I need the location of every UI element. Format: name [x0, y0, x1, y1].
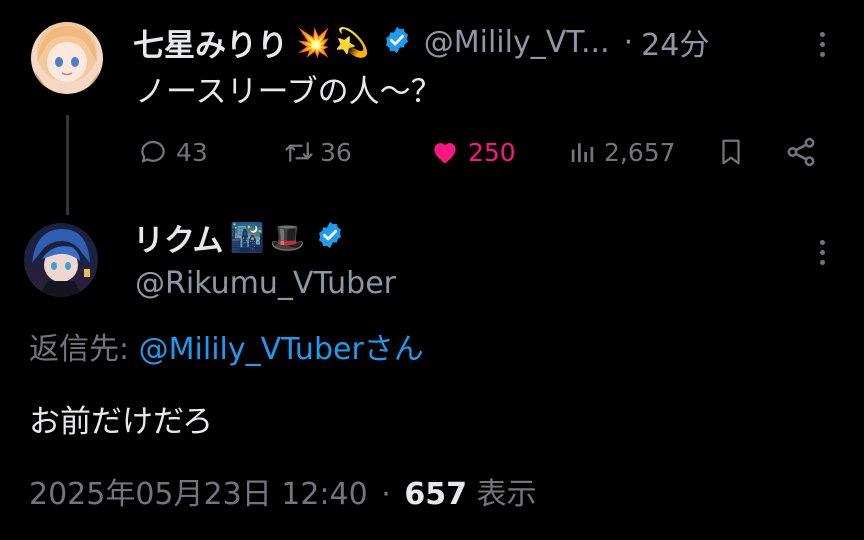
retweet-button[interactable]: 36	[282, 136, 352, 168]
view-count: 2,657	[604, 137, 676, 167]
reply-to-mention-link[interactable]: @Milily_VTuberさん	[139, 332, 424, 367]
separator-dot: ·	[623, 24, 634, 60]
timestamp-line: 2025年05月23日 12:40 · 657 表示	[29, 472, 537, 518]
separator-dot: ·	[381, 477, 391, 512]
avatar-milily[interactable]	[31, 22, 103, 94]
display-name[interactable]: 七星みりり	[133, 20, 288, 65]
dizzy-emoji-icon: 💫	[334, 25, 370, 59]
more-icon[interactable]	[818, 240, 826, 270]
reply-button[interactable]: 43	[136, 136, 208, 168]
verified-badge-icon	[382, 25, 412, 59]
reply-tweet-text: お前だけだろ	[29, 404, 214, 440]
reply-header: リクム 🌃 🎩	[133, 214, 345, 260]
view-count: 657	[404, 477, 467, 512]
view-label: 表示	[476, 477, 537, 512]
parent-tweet-text: ノースリーブの人～？	[135, 74, 442, 110]
views-button[interactable]: 2,657	[568, 136, 676, 168]
reply-count: 43	[176, 137, 208, 167]
explosion-emoji-icon: 💥	[296, 25, 331, 59]
parent-header: 七星みりり 💥 💫 @Milily_VT... · 24分	[133, 20, 709, 64]
like-button[interactable]: 250	[428, 136, 516, 168]
time-ago[interactable]: 24分	[641, 20, 709, 64]
reply-to-line: 返信先: @Milily_VTuberさん	[29, 328, 424, 372]
display-name[interactable]: リクム	[133, 215, 224, 260]
like-count: 250	[468, 137, 516, 167]
night-city-emoji-icon: 🌃	[229, 220, 265, 254]
reply-handle[interactable]: @Rikumu_VTuber	[135, 264, 396, 304]
reply-to-label: 返信先:	[29, 332, 130, 367]
avatar-rikumu[interactable]	[24, 223, 98, 297]
retweet-count: 36	[320, 137, 352, 167]
retweet-icon	[285, 142, 313, 162]
timestamp[interactable]: 2025年05月23日 12:40	[29, 477, 368, 512]
bookmark-icon[interactable]	[716, 135, 746, 173]
thread-line	[66, 115, 69, 215]
handle[interactable]: @Milily_VT...	[424, 25, 610, 60]
views-icon	[571, 143, 594, 162]
share-icon[interactable]	[784, 135, 818, 173]
verified-badge-icon	[315, 220, 345, 254]
heart-icon	[434, 143, 456, 164]
more-icon[interactable]	[818, 32, 826, 62]
top-hat-emoji-icon: 🎩	[270, 220, 306, 254]
reply-icon	[141, 140, 165, 163]
